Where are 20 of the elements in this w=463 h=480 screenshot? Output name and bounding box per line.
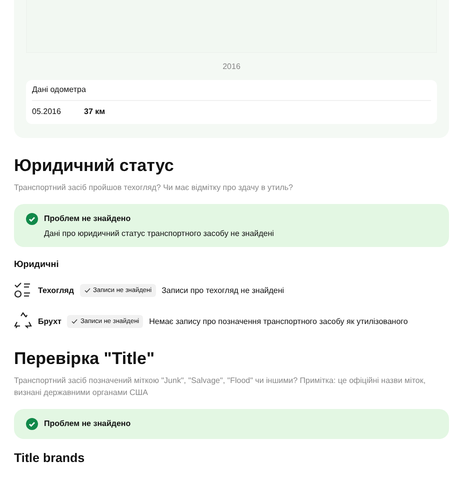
record-text: Записи про техогляд не знайдені (162, 286, 284, 294)
record-text: Немає запису про позначення транспортного засобу як утилізованого (149, 316, 408, 326)
section-heading: Юридичний статус (14, 156, 175, 176)
reading-value: 37 км (84, 107, 106, 116)
section-subtitle: Транспортний засіб позначений міткою "Junk", "Salvage", "Flood" чи іншими? Примітка: це офіційні назви міток, визнані державними органами США (14, 375, 427, 399)
alert-title: Проблем не знайдено (44, 213, 132, 225)
card-title: Дані одометра (32, 80, 431, 101)
record-name: Брухт (38, 316, 62, 326)
checklist-icon (14, 281, 32, 299)
check-icon (26, 418, 38, 430)
check-icon (26, 213, 38, 225)
alert-title: Проблем не знайдено (44, 418, 131, 430)
subheading: Title brands (14, 451, 86, 465)
alert-text: Дані про юридичний статус транспортного засобу не знайдені (44, 229, 274, 238)
section-heading: Перевірка "Title" (14, 349, 156, 369)
axis-label: 2016 (222, 62, 242, 71)
record-name: Техогляд (38, 286, 74, 294)
group-title: Юридичні (14, 259, 60, 269)
section-subtitle: Транспортний засіб пройшов техогляд? Чи має відмітку про здачу в утиль? (14, 182, 294, 194)
reading-date: 05.2016 (32, 107, 62, 116)
